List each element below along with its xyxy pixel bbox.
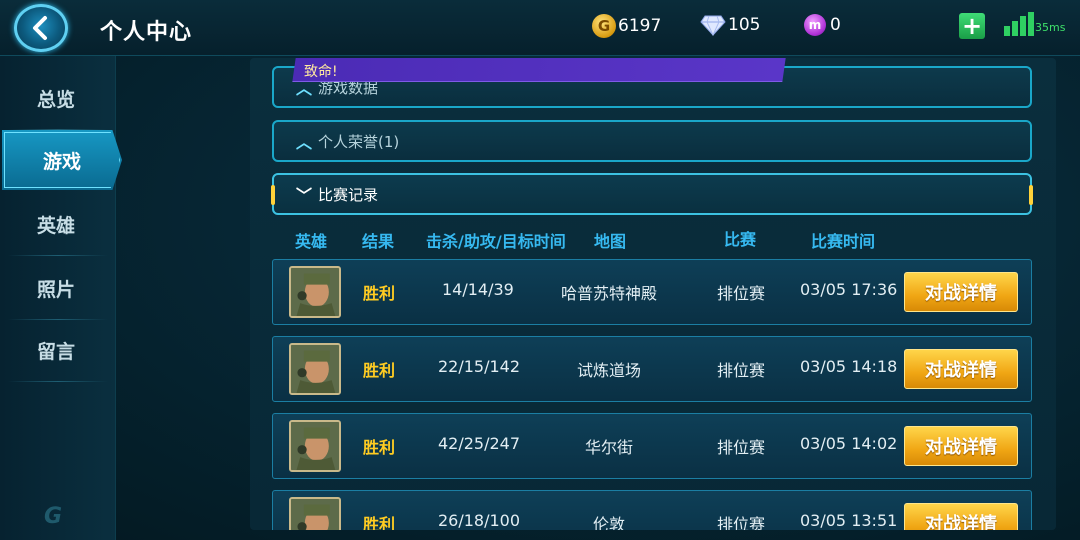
top-bar: 个人中心 G 6197 105 m 0 + 35ms [0,0,1080,56]
gold-coin-icon: G [592,14,616,38]
table-row[interactable]: 胜利 22/15/142 试炼道场 排位赛 03/05 14:18 对战详情 [272,336,1032,402]
kda: 26/18/100 [438,511,521,530]
match-detail-button[interactable]: 对战详情 [904,503,1018,530]
side-item-label: 英雄 [36,214,75,237]
col-mode: 比赛 [724,230,757,249]
section-honors[interactable]: ︿ 个人荣誉(1) [272,120,1032,162]
chevron-down-icon: ﹀ [296,186,313,205]
result: 胜利 [363,438,396,457]
match-detail-button[interactable]: 对战详情 [904,349,1018,389]
side-item-label: 照片 [36,278,75,301]
back-arrow-icon [33,16,47,40]
match-time: 03/05 14:18 [800,357,898,376]
match-time: 03/05 14:02 [800,434,898,453]
chevron-up-icon: ︿ [296,133,313,152]
map-name: 哈普苏特神殿 [561,284,658,303]
gem-counter: m 0 [804,14,841,36]
side-item-label: 游戏 [42,150,81,173]
match-mode: 排位赛 [717,361,766,380]
diamond-counter: 105 [700,14,760,36]
col-map: 地图 [594,232,627,251]
purple-gem-icon: m [804,14,826,36]
divider [8,381,108,382]
table-row[interactable]: 胜利 26/18/100 伦敦 排位赛 03/05 13:51 对战详情 [272,490,1032,530]
kda: 42/25/247 [438,434,521,453]
col-hero: 英雄 [295,232,328,251]
page-title: 个人中心 [100,20,193,45]
side-item-game[interactable]: 游戏 [2,130,122,190]
hero-avatar [289,266,341,318]
kill-notification-text: 致命! [304,64,338,80]
section-label: 个人荣誉(1) [318,132,400,151]
side-item-label: 总览 [36,88,75,111]
kill-notification-banner [292,58,786,82]
match-mode: 排位赛 [717,515,766,530]
gold-amount: 6197 [618,16,662,36]
hero-avatar [289,343,341,395]
signal-bars-icon [1004,12,1034,36]
kda: 14/14/39 [442,280,514,299]
match-detail-button[interactable]: 对战详情 [904,272,1018,312]
table-row[interactable]: 胜利 42/25/247 华尔街 排位赛 03/05 14:02 对战详情 [272,413,1032,479]
result: 胜利 [363,361,396,380]
result: 胜利 [363,284,396,303]
ping-value: 35ms [1035,21,1066,34]
table-row[interactable]: 胜利 14/14/39 哈普苏特神殿 排位赛 03/05 17:36 对战详情 [272,259,1032,325]
main-panel: ︿ 游戏数据 致命! ︿ 个人荣誉(1) ﹀ 比赛记录 英雄 结果 击杀/助攻/… [250,58,1056,530]
match-mode: 排位赛 [717,438,766,457]
network-status: 35ms [1004,12,1074,38]
add-currency-button[interactable]: + [959,13,985,39]
col-kda: 击杀/助攻/目标时间 [426,232,566,251]
side-menu: 总览 游戏 英雄 照片 留言 G [0,56,122,540]
diamond-icon [700,15,726,36]
side-item-overview[interactable]: 总览 [0,66,112,130]
side-item-messages[interactable]: 留言 [0,318,112,382]
result: 胜利 [363,515,396,530]
gold-counter: G 6197 [592,14,661,38]
diamond-amount: 105 [728,15,761,35]
table-header: 英雄 结果 击杀/助攻/目标时间 地图 比赛 比赛时间 [250,228,1056,252]
match-time: 03/05 13:51 [800,511,898,530]
section-edge-marker [271,185,275,205]
back-button[interactable] [14,4,68,52]
col-result: 结果 [362,232,395,251]
match-detail-button[interactable]: 对战详情 [904,426,1018,466]
section-edge-marker [1029,185,1033,205]
side-item-label: 留言 [36,340,75,363]
map-name: 试炼道场 [577,361,642,380]
map-name: 华尔街 [585,438,634,457]
gem-amount: 0 [830,15,841,35]
col-match-time: 比赛时间 [811,232,876,251]
divider [8,129,108,130]
section-label: 比赛记录 [318,185,379,204]
match-time: 03/05 17:36 [800,280,898,299]
side-item-photos[interactable]: 照片 [0,256,112,320]
side-item-heroes[interactable]: 英雄 [0,192,112,256]
hero-avatar [289,497,341,530]
match-mode: 排位赛 [717,284,766,303]
map-name: 伦敦 [593,515,626,530]
kda: 22/15/142 [438,357,521,376]
game-logo-icon: G [44,504,63,529]
hero-avatar [289,420,341,472]
section-match-records[interactable]: ﹀ 比赛记录 [271,173,1033,215]
